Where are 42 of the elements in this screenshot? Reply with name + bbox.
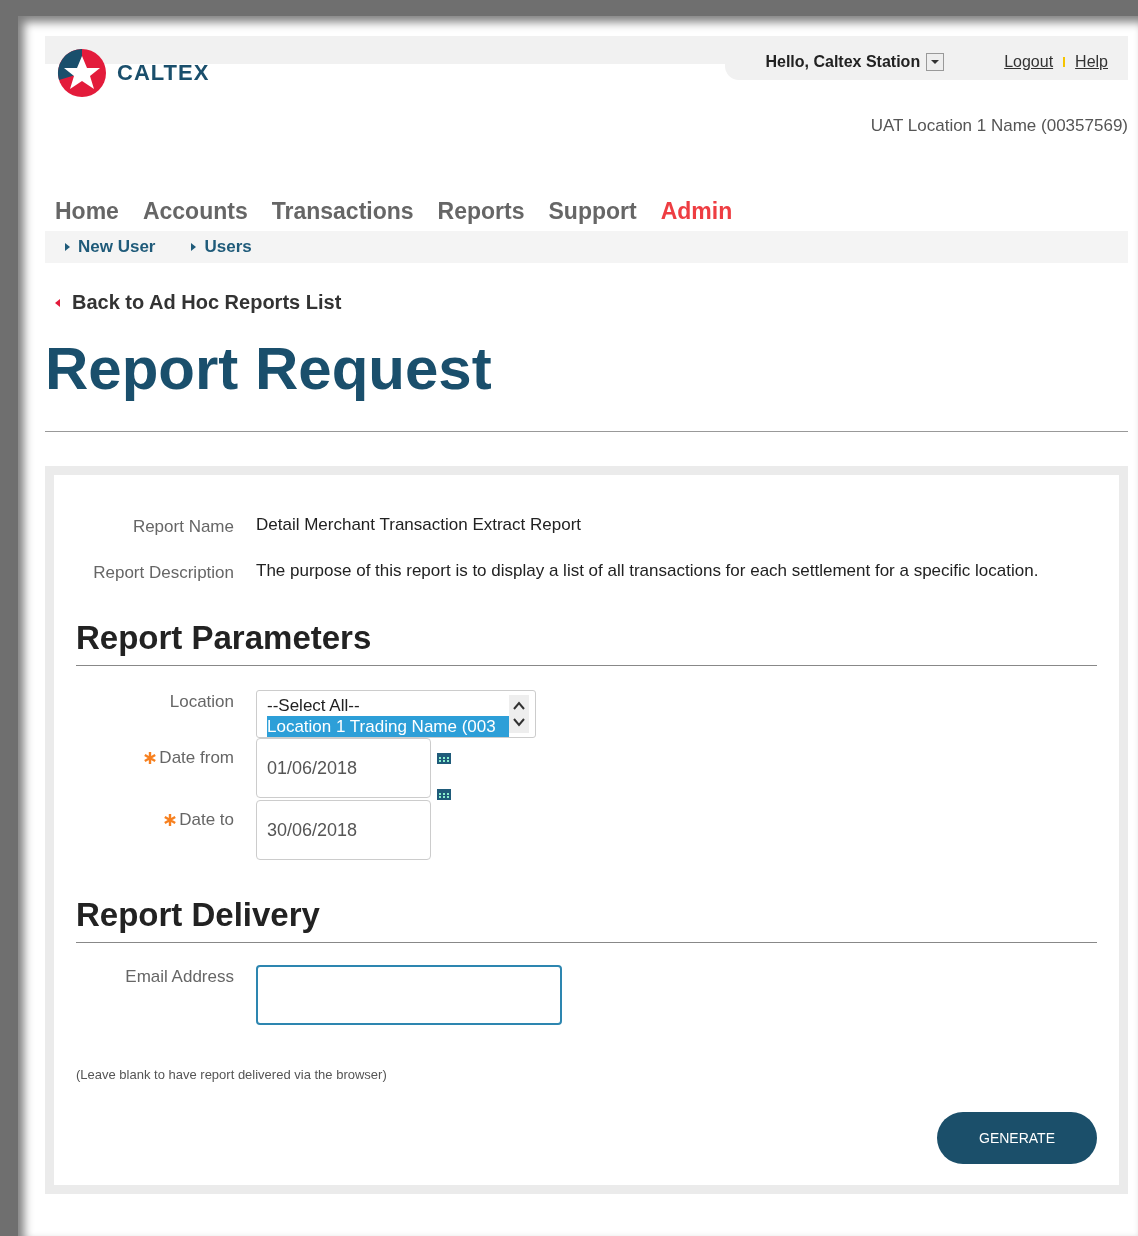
- email-field[interactable]: [256, 965, 562, 1025]
- calendar-icon[interactable]: [437, 788, 451, 800]
- field-value: Detail Merchant Transaction Extract Report: [256, 515, 583, 535]
- location-name: UAT Location 1 Name (00357569): [869, 116, 1128, 136]
- back-link[interactable]: Back to Ad Hoc Reports List: [55, 291, 1128, 314]
- hint-text: (Leave blank to have report delivered via the browser): [76, 1067, 388, 1082]
- nav-tab[interactable]: Admin: [660, 198, 733, 225]
- field-label: Report Name: [131, 516, 234, 537]
- page-title: Report Request: [45, 334, 493, 403]
- dropdown-icon[interactable]: [926, 53, 945, 71]
- nav-tab[interactable]: Transactions: [271, 198, 414, 225]
- scroll-arrows-icon[interactable]: [509, 695, 529, 733]
- location-listbox[interactable]: --Select All-- Location 1 Trading Name (003: [256, 690, 536, 738]
- subnav-link[interactable]: New User: [65, 237, 156, 257]
- field-label: Date to: [76, 800, 234, 830]
- star-logo-icon: [57, 48, 107, 98]
- nav-tab[interactable]: Home: [55, 198, 119, 225]
- subnav-link[interactable]: Users: [191, 237, 252, 257]
- nav-tab[interactable]: Support: [548, 198, 637, 225]
- triangle-icon: [191, 243, 197, 251]
- field-label: Date from: [76, 738, 234, 768]
- nav-tab[interactable]: Reports: [437, 198, 525, 225]
- asterisk-icon: [163, 813, 178, 827]
- header-link[interactable]: Logout: [1004, 53, 1054, 71]
- generate-button[interactable]: GENERATE: [937, 1112, 1097, 1164]
- asterisk-icon: [143, 751, 158, 765]
- greeting: Hello, Caltex Station: [765, 53, 945, 71]
- logo-text: CALTEX: [117, 60, 210, 86]
- calendar-icon[interactable]: [437, 752, 451, 764]
- section-heading: Report Parameters: [76, 619, 1097, 666]
- nav-tab[interactable]: Accounts: [142, 198, 248, 225]
- field-value: The purpose of this report is to display a list of all transactions for each settlement for a specific location.: [256, 561, 1040, 581]
- triangle-icon: [65, 243, 70, 251]
- date-field[interactable]: 30/06/2018: [256, 800, 431, 860]
- field-label: Report Description: [92, 562, 234, 583]
- header-link[interactable]: Help: [1075, 53, 1108, 71]
- list-option[interactable]: --Select All--: [267, 695, 509, 716]
- triangle-icon: [55, 298, 60, 307]
- date-field[interactable]: 01/06/2018: [256, 738, 431, 798]
- field-label: Location: [168, 691, 234, 712]
- field-label: Email Address: [124, 966, 234, 987]
- section-heading: Report Delivery: [76, 896, 1097, 943]
